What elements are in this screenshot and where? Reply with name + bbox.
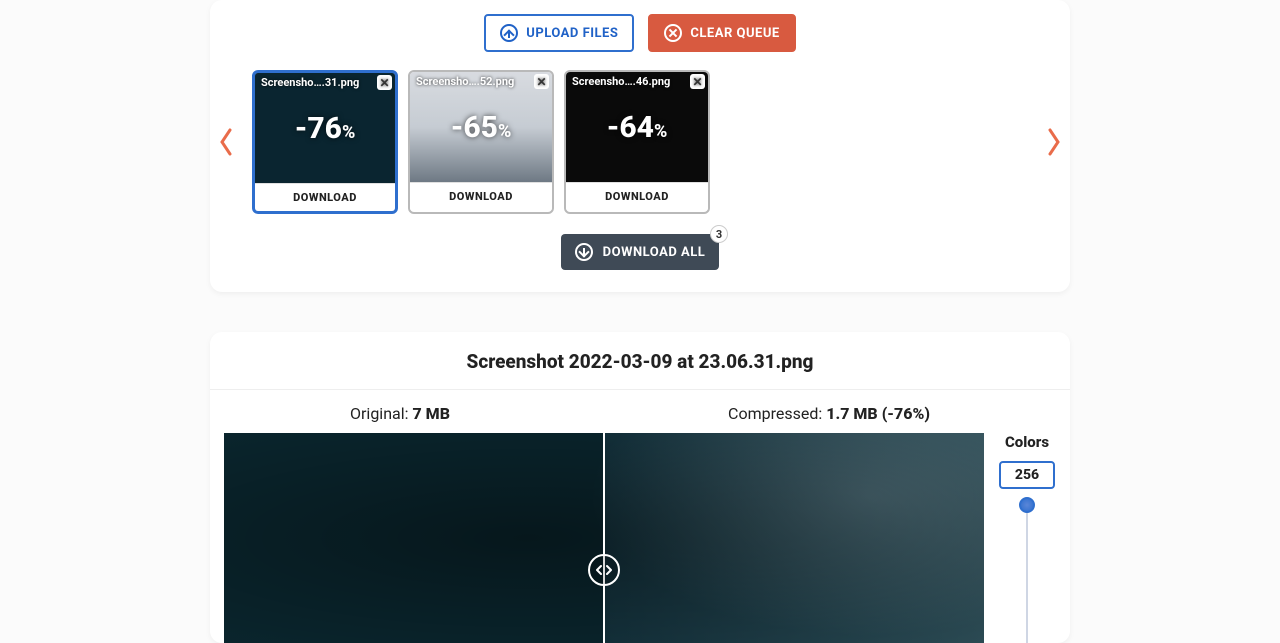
compare-row: Colors 256 (210, 433, 1070, 643)
card-remove-button[interactable]: ✕ (534, 74, 549, 89)
chevron-right-icon (1045, 127, 1063, 157)
card-download-button[interactable]: DOWNLOAD (410, 182, 552, 210)
card-header: Screensho….31.png ✕ (255, 73, 395, 92)
detail-panel: Screenshot 2022-03-09 at 23.06.31.png Or… (210, 332, 1070, 643)
download-all-count-badge: 3 (710, 225, 728, 243)
clear-queue-button[interactable]: CLEAR QUEUE (648, 14, 795, 52)
original-label: Original: (350, 404, 412, 423)
card-header: Screensho….52.png ✕ (410, 72, 552, 91)
card-remove-button[interactable]: ✕ (690, 74, 705, 89)
card-savings: -64% (607, 110, 668, 145)
card-filename: Screensho….31.png (261, 76, 359, 89)
card-thumbnail: Screensho….52.png ✕ -65% (410, 72, 552, 182)
upload-button-label: UPLOAD FILES (526, 26, 618, 41)
size-row: Original: 7 MB Compressed: 1.7 MB (-76%) (210, 390, 1070, 433)
detail-filename: Screenshot 2022-03-09 at 23.06.31.png (210, 350, 1070, 390)
image-compare-viewer[interactable] (224, 433, 984, 643)
compare-handle-icon (596, 564, 612, 576)
upload-icon (500, 24, 518, 42)
card-filename: Screensho….46.png (572, 75, 670, 88)
card-filename: Screensho….52.png (416, 75, 514, 88)
queue-carousel: Screensho….31.png ✕ -76% DOWNLOAD Screen… (210, 68, 1070, 216)
queue-cards: Screensho….31.png ✕ -76% DOWNLOAD Screen… (252, 70, 710, 214)
colors-label: Colors (1005, 433, 1049, 451)
download-all-button[interactable]: DOWNLOAD ALL 3 (561, 234, 720, 270)
card-download-button[interactable]: DOWNLOAD (566, 182, 708, 210)
queue-card[interactable]: Screensho….31.png ✕ -76% DOWNLOAD (252, 70, 398, 214)
card-header: Screensho….46.png ✕ (566, 72, 708, 91)
upload-files-button[interactable]: UPLOAD FILES (484, 14, 634, 52)
card-remove-button[interactable]: ✕ (377, 75, 392, 90)
colors-input[interactable]: 256 (999, 461, 1055, 489)
carousel-prev-button[interactable] (214, 68, 238, 216)
chevron-left-icon (217, 127, 235, 157)
original-value: 7 MB (412, 404, 450, 423)
clear-button-label: CLEAR QUEUE (690, 26, 779, 41)
download-all-label: DOWNLOAD ALL (603, 245, 706, 260)
queue-card[interactable]: Screensho….46.png ✕ -64% DOWNLOAD (564, 70, 710, 214)
colors-control: Colors 256 (984, 433, 1056, 643)
card-savings: -76% (295, 111, 356, 146)
clear-icon (664, 24, 682, 42)
download-icon (575, 243, 593, 261)
card-savings: -65% (451, 110, 512, 145)
download-all-row: DOWNLOAD ALL 3 (210, 234, 1070, 270)
original-size: Original: 7 MB (350, 404, 450, 423)
colors-slider-thumb[interactable] (1019, 497, 1035, 513)
compressed-label: Compressed: (728, 404, 826, 423)
compressed-value: 1.7 MB (-76%) (826, 404, 930, 423)
compare-drag-handle[interactable] (588, 554, 620, 586)
compare-divider (603, 433, 605, 643)
card-thumbnail: Screensho….46.png ✕ -64% (566, 72, 708, 182)
carousel-next-button[interactable] (1042, 68, 1066, 216)
top-button-row: UPLOAD FILES CLEAR QUEUE (210, 0, 1070, 68)
queue-card[interactable]: Screensho….52.png ✕ -65% DOWNLOAD (408, 70, 554, 214)
colors-slider[interactable] (1026, 505, 1028, 643)
card-download-button[interactable]: DOWNLOAD (255, 183, 395, 211)
upload-panel: UPLOAD FILES CLEAR QUEUE Screensho….31.p… (210, 0, 1070, 292)
card-thumbnail: Screensho….31.png ✕ -76% (255, 73, 395, 183)
compressed-size: Compressed: 1.7 MB (-76%) (728, 404, 930, 423)
